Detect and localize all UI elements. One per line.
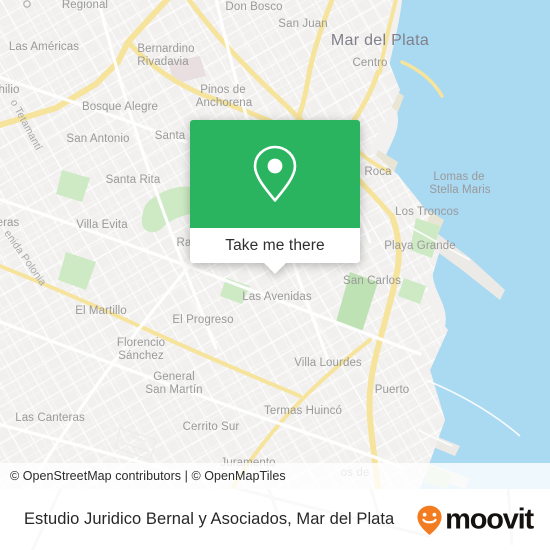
take-me-there-label: Take me there xyxy=(225,236,325,254)
map-pin-icon xyxy=(253,145,297,202)
moovit-logo[interactable]: moovit xyxy=(413,503,534,536)
popup-footer[interactable]: Take me there xyxy=(190,228,360,274)
map-attribution-text[interactable]: © OpenStreetMap contributors | © OpenMap… xyxy=(0,469,286,483)
page-footer: Estudio Juridico Bernal y Asociados, Mar… xyxy=(0,489,550,550)
map-attribution-bar: © OpenStreetMap contributors | © OpenMap… xyxy=(0,463,550,489)
popup-pointer xyxy=(264,263,286,274)
location-popup[interactable]: Take me there xyxy=(190,120,360,274)
moovit-map-screenshot: Regional Las Américas Don Bosco San Juan Cen… xyxy=(0,0,550,550)
moovit-wordmark: moovit xyxy=(445,503,534,535)
moovit-pin-smile-icon xyxy=(417,505,442,535)
page-title: Estudio Juridico Bernal y Asociados, Mar… xyxy=(24,510,395,528)
map-canvas[interactable]: Regional Las Américas Don Bosco San Juan Cen… xyxy=(0,0,550,489)
popup-header xyxy=(190,120,360,228)
